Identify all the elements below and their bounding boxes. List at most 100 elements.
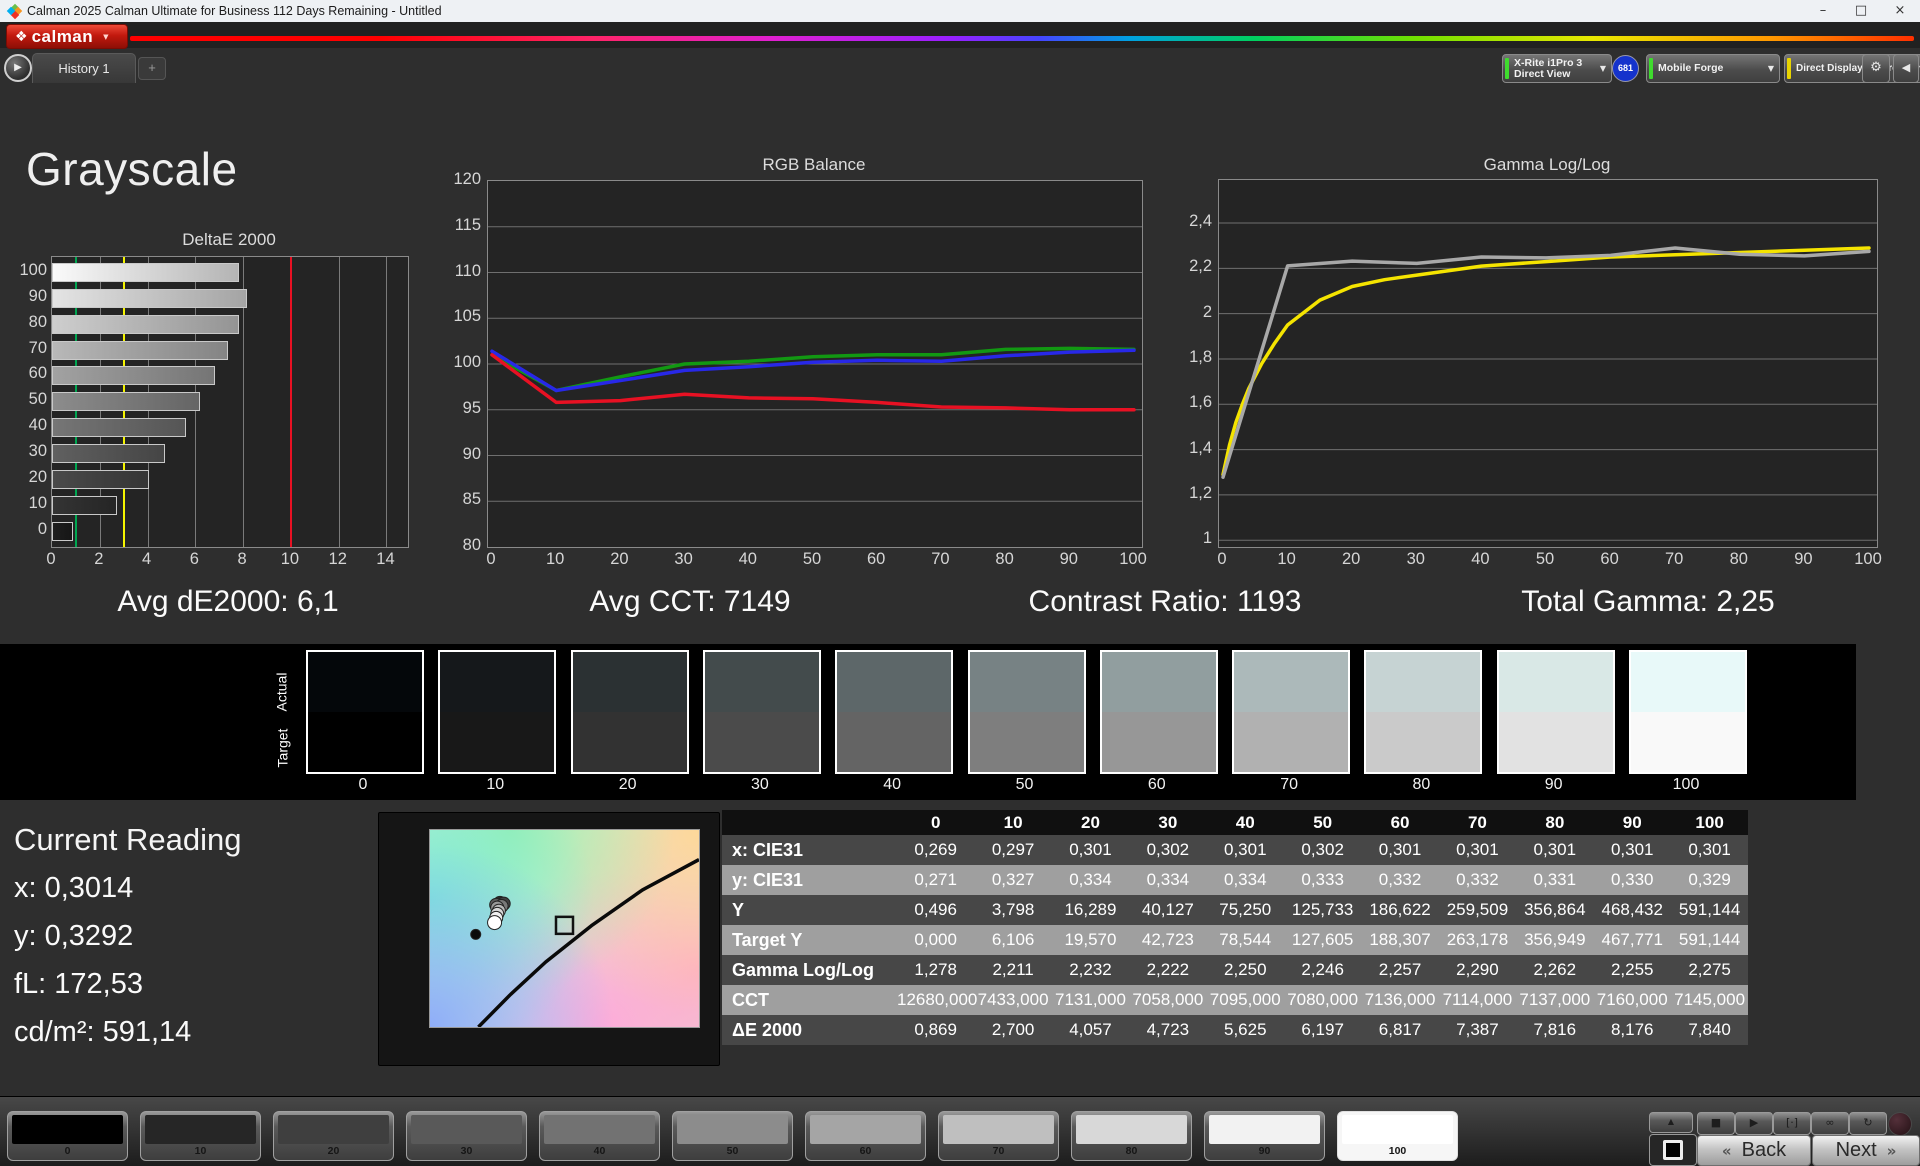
- patch-button-10[interactable]: 10: [140, 1111, 261, 1161]
- swatch-target: [837, 712, 952, 772]
- deltae-gridline: [338, 257, 340, 547]
- close-button[interactable]: ×: [1878, 0, 1920, 22]
- patch-button-90[interactable]: 90: [1204, 1111, 1325, 1161]
- actual-target-swatch-strip: Actual Target 0 10 20 30 40 50 60 70 80 90 100: [0, 644, 1856, 800]
- swatch-actual: [837, 652, 952, 712]
- table-cell: 0,301: [1593, 835, 1671, 865]
- table-cell: 0,333: [1283, 865, 1362, 895]
- meter-dropdown[interactable]: X-Rite i1Pro 3 Direct View ▼: [1502, 54, 1612, 83]
- axis-tick-label: 30: [1406, 550, 1425, 568]
- add-history-tab-button[interactable]: +: [138, 57, 166, 80]
- meter-label: X-Rite i1Pro 3 Direct View: [1514, 56, 1583, 80]
- rgb-chart-title: RGB Balance: [762, 155, 866, 174]
- history-play-button[interactable]: ▶: [4, 54, 32, 82]
- patch-chip: [677, 1115, 788, 1144]
- table-cell: 3,798: [974, 895, 1052, 925]
- step-button[interactable]: [·]: [1773, 1112, 1811, 1135]
- table-cell: 2,290: [1438, 955, 1517, 985]
- table-row: Target Y 0,000 6,106 19,570 42,723 78,544 127,…: [722, 925, 1749, 955]
- table-column-header: 0: [897, 810, 975, 835]
- back-button[interactable]: « Back: [1697, 1135, 1811, 1166]
- table-cell: 2,275: [1670, 955, 1749, 985]
- axis-tick-label: 80: [28, 312, 47, 331]
- patch-button-70[interactable]: 70: [938, 1111, 1059, 1161]
- next-chevron-icon: »: [1886, 1141, 1897, 1160]
- patch-button-40[interactable]: 40: [539, 1111, 660, 1161]
- stop-button[interactable]: ■: [1697, 1112, 1735, 1135]
- gear-icon[interactable]: ⚙: [1862, 54, 1890, 83]
- patch-chip: [1209, 1115, 1320, 1144]
- swatch-actual: [572, 652, 687, 712]
- patch-button-0[interactable]: 0: [7, 1111, 128, 1161]
- table-cell: 7,387: [1438, 1015, 1517, 1045]
- patch-chip: [544, 1115, 655, 1144]
- axis-tick-label: 60: [28, 364, 47, 383]
- table-cell: 7058,000: [1129, 985, 1207, 1015]
- swatch-target: [572, 712, 687, 772]
- table-cell: 0,301: [1206, 835, 1284, 865]
- app-icon: [6, 3, 23, 19]
- axis-tick-label: 1: [1202, 529, 1212, 548]
- table-column-header: 10: [974, 810, 1052, 835]
- actual-row-label: Actual: [273, 672, 290, 712]
- table-cell: 0,302: [1129, 835, 1207, 865]
- measurement-point: [470, 928, 482, 940]
- deltae-bar: [52, 288, 248, 308]
- grayscale-swatch: [1496, 650, 1615, 774]
- tab-history-1[interactable]: History 1: [32, 53, 136, 83]
- continuous-button[interactable]: ∞: [1811, 1112, 1849, 1135]
- patch-button-20[interactable]: 20: [273, 1111, 394, 1161]
- calman-menu-button[interactable]: ❖ calman ▼: [6, 24, 128, 49]
- axis-tick-label: 85: [462, 490, 481, 509]
- patch-window-button[interactable]: [1649, 1134, 1697, 1166]
- axis-tick-label: 20: [1342, 550, 1361, 568]
- axis-tick-label: 0: [486, 550, 496, 568]
- table-cell: 591,144: [1670, 895, 1749, 925]
- calman-menu-caret-icon: ▼: [103, 32, 109, 41]
- table-cell: 7433,000: [974, 985, 1052, 1015]
- table-cell: 0,000: [897, 925, 975, 955]
- patch-chip: [12, 1115, 123, 1144]
- patch-button-50[interactable]: 50: [672, 1111, 793, 1161]
- patch-button-100[interactable]: 100: [1337, 1111, 1458, 1161]
- deltae-reference-line: [289, 257, 292, 547]
- table-cell: 0,301: [1438, 835, 1517, 865]
- table-cell: 7137,000: [1516, 985, 1594, 1015]
- patch-chip: [278, 1115, 389, 1144]
- patch-button-60[interactable]: 60: [805, 1111, 926, 1161]
- grayscale-swatch: [1232, 650, 1351, 774]
- next-button[interactable]: Next »: [1812, 1135, 1920, 1166]
- maximize-button[interactable]: □: [1839, 0, 1883, 22]
- axis-tick-label: 90: [1059, 550, 1078, 568]
- axis-tick-label: 90: [1794, 550, 1813, 568]
- patch-label: 40: [593, 1145, 606, 1157]
- table-row: Gamma Log/Log 1,278 2,211 2,232 2,222 2,250 2,…: [722, 955, 1749, 985]
- table-cell: 16,289: [1051, 895, 1130, 925]
- axis-tick-label: 90: [28, 286, 47, 305]
- axis-tick-label: 10: [1277, 550, 1296, 568]
- swatch-actual: [440, 652, 555, 712]
- table-cell: 263,178: [1438, 925, 1517, 955]
- patch-button-80[interactable]: 80: [1071, 1111, 1192, 1161]
- grayscale-swatch: [1099, 650, 1218, 774]
- axis-tick-label: 1,6: [1189, 393, 1212, 412]
- play-button[interactable]: ▶: [1735, 1112, 1773, 1135]
- chevron-down-icon: ▼: [1599, 64, 1606, 73]
- deltae-bar: [52, 521, 73, 541]
- swatch-actual: [1631, 652, 1745, 712]
- patch-label: 20: [327, 1145, 340, 1157]
- table-row-label: CCT: [722, 985, 897, 1015]
- table-cell: 19,570: [1051, 925, 1130, 955]
- collapse-panel-icon[interactable]: ◀: [1893, 54, 1919, 83]
- table-cell: 4,723: [1129, 1015, 1207, 1045]
- pattern-source-dropdown[interactable]: Mobile Forge ▼: [1646, 54, 1780, 83]
- stat-avg-cct: Avg CCT: 7149: [589, 585, 791, 618]
- table-cell: 2,222: [1129, 955, 1207, 985]
- axis-tick-label: 0: [37, 519, 47, 538]
- table-cell: 2,232: [1051, 955, 1130, 985]
- loop-button[interactable]: ↻: [1849, 1112, 1887, 1135]
- patch-button-30[interactable]: 30: [406, 1111, 527, 1161]
- table-cell: 7080,000: [1283, 985, 1362, 1015]
- axis-tick-label: 8: [237, 550, 247, 568]
- expand-up-icon[interactable]: ▲: [1649, 1112, 1693, 1133]
